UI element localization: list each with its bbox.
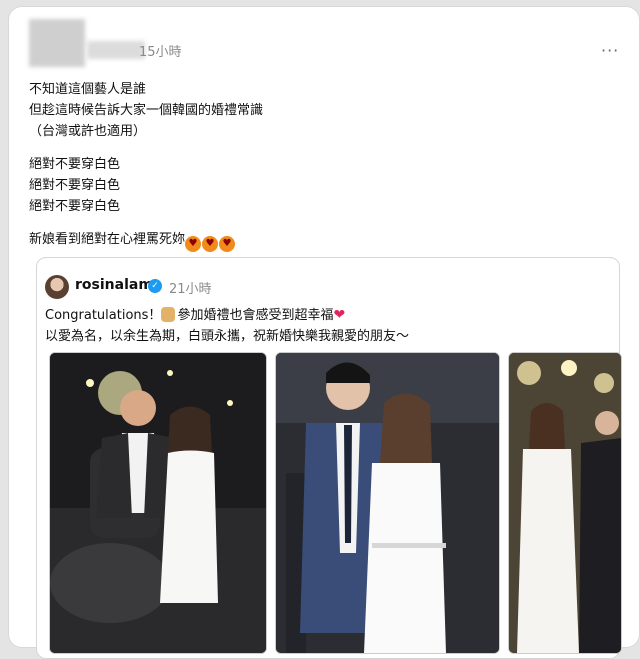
heart-eyes-emoji-icon: ♥ (185, 236, 202, 252)
quoted-body: Congratulations！ 參加婚禮也會感受到超幸福❤ 以愛為名，以余生為期… (45, 304, 409, 348)
verified-badge-icon: ✓ (148, 279, 162, 293)
quoted-username[interactable]: rosinalam (75, 277, 153, 293)
quoted-timestamp[interactable]: 21小時 (169, 278, 212, 297)
quoted-avatar[interactable] (45, 275, 69, 299)
post-timestamp[interactable]: 15小時 (139, 41, 182, 60)
post-body: 不知道這個藝人是誰 但趁這時候告訴大家一個韓國的婚禮常識 （台灣或許也適用） 絕… (29, 79, 264, 252)
raised-hands-emoji-icon (161, 307, 176, 322)
quoted-line-1a: Congratulations！ (45, 308, 162, 323)
post-line: 絕對不要穿白色 (29, 157, 121, 172)
post-line: （台灣或許也適用） (29, 124, 147, 139)
post-line: 不知道這個藝人是誰 (29, 82, 147, 97)
wedding-photo-3[interactable] (508, 352, 622, 654)
quoted-line-2: 以愛為名，以余生為期，白頭永攜，祝新婚快樂我親愛的朋友～ (45, 329, 410, 344)
quoted-line-1: Congratulations！ 參加婚禮也會感受到超幸福❤ (45, 304, 409, 326)
quoted-line-1b: 參加婚禮也會感受到超幸福 (177, 308, 334, 323)
post-line: 但趁這時候告訴大家一個韓國的婚禮常識 (29, 103, 264, 118)
post-line-text: 新娘看到絕對在心裡罵死妳 (29, 232, 186, 247)
wedding-photo-1[interactable] (49, 352, 267, 654)
post-line-emoji: 新娘看到絕對在心裡罵死妳 ♥ ♥ ♥ (29, 229, 263, 252)
more-options-icon[interactable]: ··· (601, 41, 619, 60)
avatar[interactable] (29, 19, 85, 67)
post-line: 絕對不要穿白色 (29, 178, 121, 193)
wedding-photo-2[interactable] (275, 352, 500, 654)
post-line: 絕對不要穿白色 (29, 199, 121, 214)
red-heart-emoji-icon: ❤ (333, 307, 346, 323)
heart-eyes-emoji-icon: ♥ (219, 236, 236, 252)
author-name-blurred[interactable] (87, 41, 145, 59)
heart-eyes-emoji-icon: ♥ (202, 236, 219, 252)
quoted-post[interactable]: rosinalam ✓ 21小時 Congratulations！ 參加婚禮也會感… (36, 257, 622, 659)
